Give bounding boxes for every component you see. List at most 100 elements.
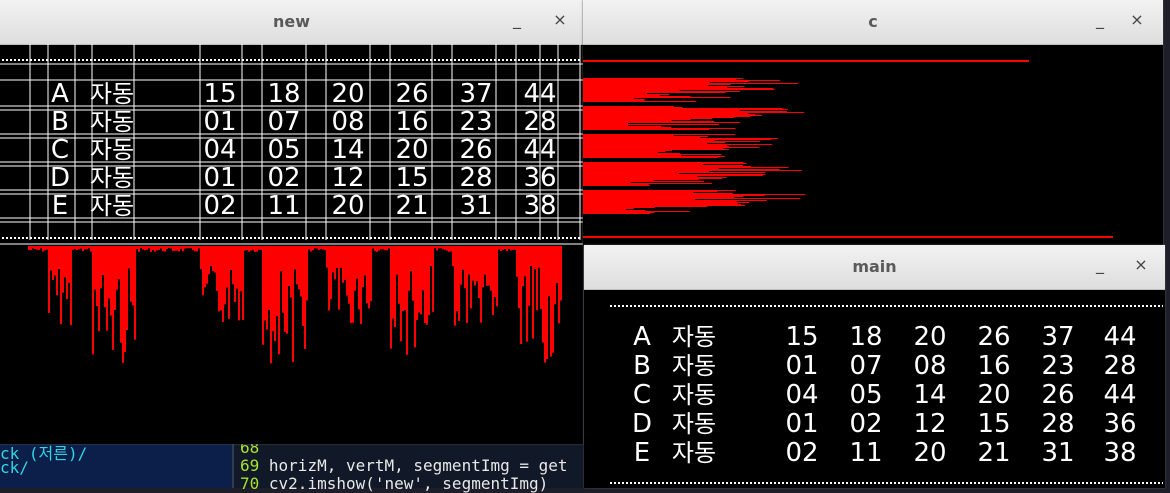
histogram-bar (228, 246, 230, 319)
histogram-bar (392, 246, 394, 319)
code-editor[interactable]: 68 69 horizM, vertM, segmentImg = get 70… (232, 438, 586, 493)
histogram-bar (534, 246, 536, 269)
window-new[interactable]: new _ × A 자동 15 18 20 26 37 44 B 자동 01 07 08 16 23 28 C 자… (0, 0, 583, 444)
histogram-bar (46, 246, 48, 250)
lotto-number: 28 (1103, 351, 1136, 381)
lotto-number: 21 (977, 438, 1010, 468)
histogram-bar (583, 140, 715, 141)
histogram-bar (224, 246, 226, 305)
window-main[interactable]: main _ × A 자동 15 18 20 26 37 44 B 자동 01 07 08 16 23 28 C… (584, 245, 1165, 488)
close-button[interactable]: × (1126, 9, 1148, 31)
histogram-bar (428, 246, 430, 316)
close-button[interactable]: × (1130, 254, 1152, 276)
histogram-bar (583, 202, 750, 203)
histogram-bar (583, 85, 709, 86)
histogram-bar (583, 199, 696, 200)
code-line: 70 cv2.imshow('new', segmentImg) (240, 474, 548, 493)
histogram-bar (583, 172, 766, 173)
lotto-number: 38 (1103, 438, 1136, 468)
histogram-bar (406, 246, 408, 355)
histogram-bar (306, 246, 308, 301)
histogram-bar (474, 246, 476, 286)
histogram-bar (182, 246, 184, 252)
code-text: cv2.imshow('new', segmentImg) (268, 474, 549, 493)
histogram-bar (583, 137, 701, 138)
histogram-bar (54, 246, 56, 276)
histogram-bar (130, 246, 132, 302)
histogram-bar (583, 180, 655, 181)
histogram-bar (336, 246, 338, 268)
histogram-bar (94, 246, 96, 290)
histogram-bar (583, 107, 683, 108)
histogram-bar (188, 246, 190, 249)
histogram-bar (583, 89, 775, 90)
row-letter: B (633, 351, 651, 381)
histogram-bar (340, 246, 342, 268)
histogram-bar (64, 246, 66, 278)
window-c[interactable]: c _ × (583, 0, 1163, 246)
histogram-bar (583, 151, 666, 152)
histogram-bar (514, 246, 516, 250)
histogram-bar (583, 112, 805, 113)
histogram-bar (140, 246, 142, 249)
row-letter: C (51, 135, 69, 165)
histogram-bar (526, 246, 528, 342)
histogram-bar (82, 246, 84, 252)
histogram-bar (538, 246, 540, 268)
histogram-bar (460, 246, 462, 285)
lotto-number: 05 (849, 380, 882, 410)
close-button[interactable]: × (549, 9, 571, 31)
histogram-bar (32, 246, 34, 249)
histogram-bar (583, 91, 741, 92)
lotto-number: 12 (913, 409, 946, 439)
histogram-bar (490, 246, 492, 291)
histogram-bar (258, 246, 260, 250)
lotto-number: 12 (331, 163, 364, 193)
histogram-bar (260, 246, 262, 250)
lotto-number: 37 (459, 79, 492, 109)
histogram-bar (96, 246, 98, 307)
histogram-bar (138, 246, 140, 252)
histogram-bar (178, 246, 180, 252)
lotto-number: 14 (913, 380, 946, 410)
minimize-button[interactable]: _ (506, 9, 528, 31)
histogram-bar (174, 246, 176, 251)
lotto-number: 26 (459, 135, 492, 165)
line-number: 70 (240, 474, 260, 493)
lotto-number: 44 (1103, 322, 1136, 352)
minimize-button[interactable]: _ (1089, 9, 1111, 31)
histogram-bar (302, 246, 304, 326)
histogram-bar (332, 246, 334, 273)
histogram-bar (390, 246, 392, 349)
histogram-bar (583, 84, 731, 85)
histogram-bar (494, 246, 496, 297)
histogram-bar (583, 197, 735, 198)
histogram-bar (234, 246, 236, 303)
histogram-bar (583, 185, 650, 186)
histogram-bar (558, 246, 560, 324)
histogram-bar (304, 246, 306, 350)
titlebar[interactable]: main _ × (584, 245, 1165, 290)
histogram-bar (583, 211, 690, 212)
histogram-bar (478, 246, 480, 298)
lotto-number: 11 (849, 438, 882, 468)
histogram-bar (40, 246, 42, 249)
titlebar[interactable]: c _ × (583, 0, 1163, 45)
histogram-bar (50, 246, 52, 271)
histogram-bar (583, 80, 780, 81)
titlebar[interactable]: new _ × (0, 0, 583, 45)
histogram-bar (583, 125, 628, 126)
histogram-bar (62, 246, 64, 293)
histogram-bar (196, 246, 198, 252)
lotto-number: 02 (785, 438, 818, 468)
histogram-bar (422, 246, 424, 291)
histogram-bar (334, 246, 336, 280)
histogram-bar (48, 246, 50, 313)
histogram-bar (583, 150, 673, 151)
histogram-bar (583, 83, 799, 84)
histogram-bar (394, 246, 396, 328)
histogram-bar (370, 246, 372, 302)
histogram-bar (464, 246, 466, 289)
minimize-button[interactable]: _ (1089, 254, 1111, 276)
histogram-bar (70, 246, 72, 326)
